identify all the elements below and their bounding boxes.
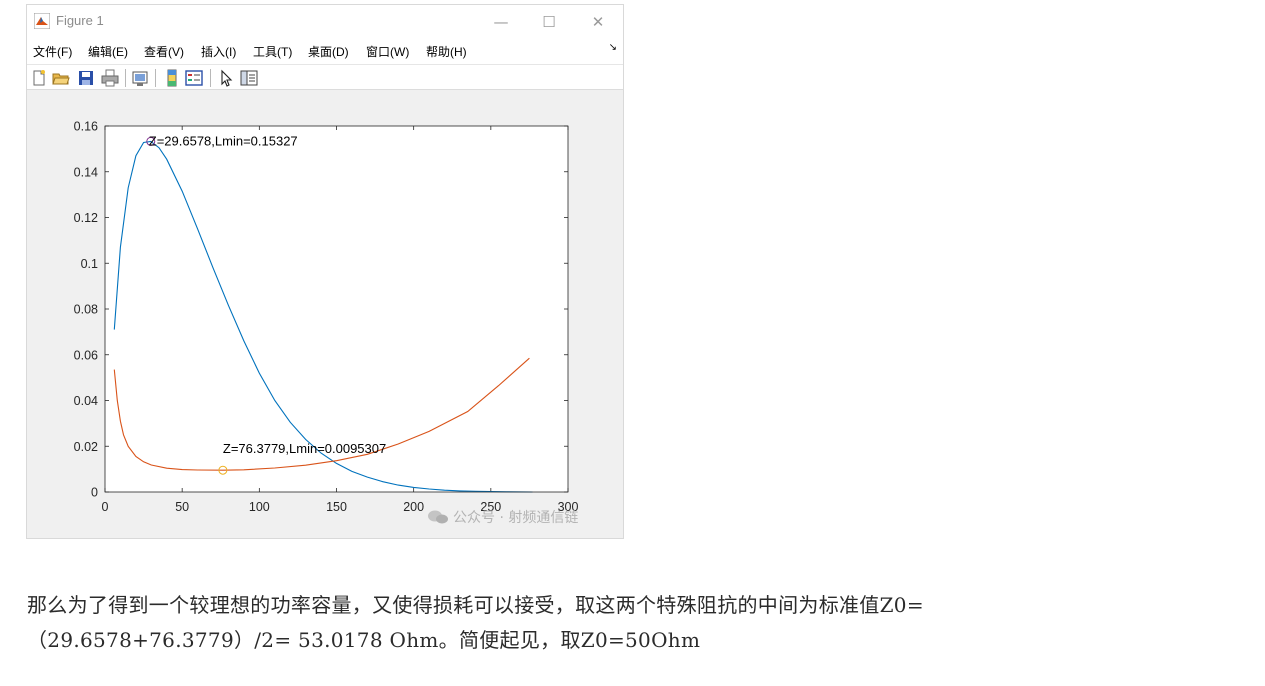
y-tick-label: 0.16 [74, 120, 98, 134]
x-tick-label: 0 [102, 500, 109, 514]
y-tick-label: 0.08 [74, 303, 98, 317]
axes-background [105, 126, 568, 492]
marker-label-2: Z=76.3779,Lmin=0.0095307 [223, 441, 386, 456]
y-tick-label: 0.06 [74, 348, 98, 362]
figure-window: Figure 1 — ☐ ✕ 文件(F) 编辑(E) 查看(V) 插入(I) 工… [26, 4, 624, 539]
x-tick-label: 200 [403, 500, 424, 514]
watermark: 公众号 · 射频通信链 [427, 507, 578, 527]
wechat-icon [428, 510, 448, 524]
plot-canvas[interactable]: 0 50 100 150 200 250 30000.020.040.060.080.10.… [27, 5, 625, 540]
y-tick-label: 0.1 [81, 257, 98, 271]
article-paragraph-line-2: （29.6578+76.3779）/2= 53.0178 Ohm。简便起见，取Z… [27, 628, 701, 652]
y-tick-label: 0.04 [74, 394, 98, 408]
y-tick-label: 0 [91, 486, 98, 500]
x-tick-label: 100 [249, 500, 270, 514]
x-tick-label: 150 [326, 500, 347, 514]
y-tick-label: 0.12 [74, 211, 98, 225]
article-paragraph-line-1: 那么为了得到一个较理想的功率容量，又使得损耗可以接受，取这两个特殊阻抗的中间为标… [27, 593, 924, 617]
watermark-text: 公众号 · 射频通信链 [453, 510, 579, 526]
x-tick-label: 50 [175, 500, 189, 514]
marker-label-1: Z=29.6578,Lmin=0.15327 [149, 133, 298, 148]
y-tick-label: 0.14 [74, 165, 98, 179]
y-tick-label: 0.02 [74, 440, 98, 454]
